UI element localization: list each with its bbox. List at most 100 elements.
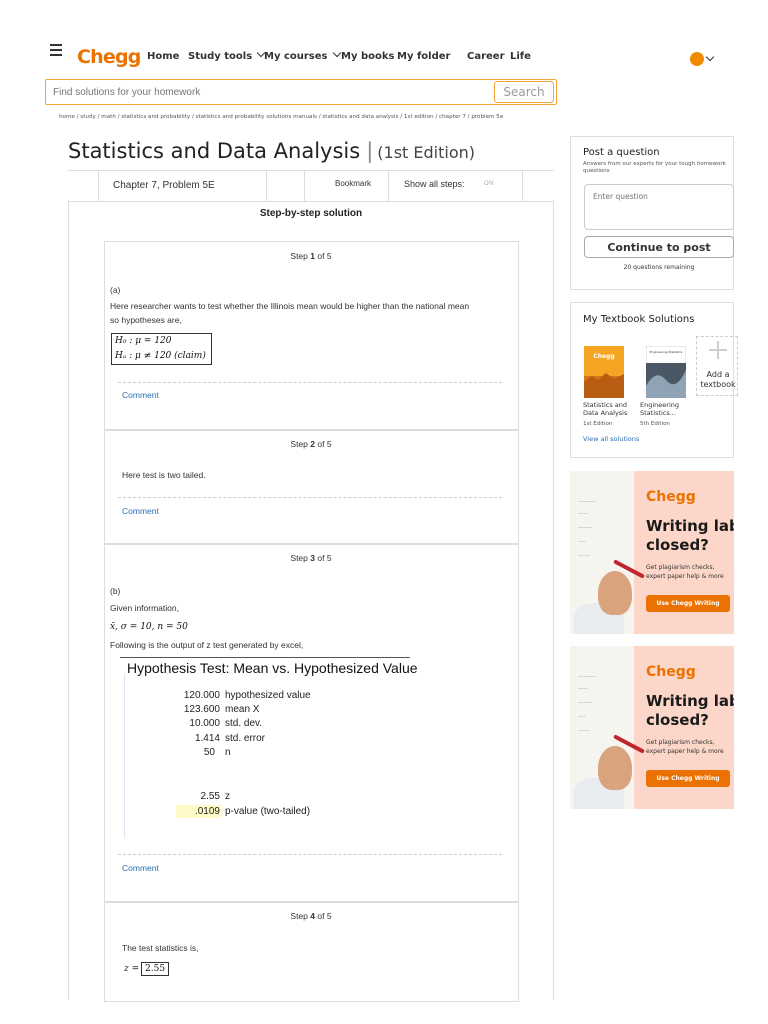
excel-value: .0109 (194, 806, 220, 817)
chevron-down-icon[interactable] (705, 52, 715, 62)
ad-headline-line: closed? (646, 711, 709, 729)
excel-value: 10.000 (189, 718, 220, 729)
alt-hypothesis: Hₐ : μ ≠ 120 (claim) (115, 351, 206, 361)
nav-study-tools[interactable]: Study tools (188, 48, 266, 62)
search-input[interactable] (53, 81, 483, 103)
nav-home[interactable]: Home (147, 51, 179, 62)
ad-chegg-logo: Chegg (646, 489, 696, 505)
excel-value: 1.414 (194, 733, 220, 744)
divider (304, 171, 305, 201)
ad-headline-line: Writing lab (646, 517, 734, 535)
step-prefix: Step (290, 439, 308, 449)
excel-value: 50 (203, 747, 215, 758)
comment-link[interactable]: Comment (122, 390, 159, 400)
excel-label: n (225, 747, 231, 758)
ad-subtext-line: Get plagiarism checks, (646, 739, 715, 746)
book-caption[interactable]: Engineering Statistics... (640, 401, 679, 417)
chegg-logo[interactable]: Chegg (77, 46, 141, 68)
plus-icon (709, 341, 727, 359)
menu-icon[interactable] (50, 44, 62, 56)
avatar[interactable] (690, 52, 704, 66)
nav-career[interactable]: Career (467, 51, 505, 62)
chapter-label[interactable]: Chapter 7, Problem 5E (113, 180, 215, 191)
use-chegg-writing-button[interactable]: Use Chegg Writing (646, 770, 730, 787)
step-text: Following is the output of z test genera… (110, 640, 304, 650)
view-all-solutions-link[interactable]: View all solutions (583, 435, 639, 443)
excel-label: hypothesized value (225, 690, 311, 701)
excel-value: 123.600 (183, 704, 220, 715)
step-header: Step 4 of 5 (0, 911, 622, 921)
chevron-down-icon (332, 48, 341, 58)
search-button[interactable]: Search (494, 81, 554, 103)
divider (118, 382, 502, 383)
book-edition: 1st Edition (583, 421, 613, 427)
post-question-title: Post a question (583, 147, 660, 158)
null-hypothesis: H₀ : μ = 120 (115, 336, 172, 346)
textbook-solutions-title: My Textbook Solutions (583, 314, 695, 325)
excel-label: p-value (two-tailed) (225, 806, 311, 817)
step-number: 3 (310, 553, 316, 563)
nav-my-books[interactable]: My books (341, 51, 394, 62)
ad-subtext-line: expert paper help & more (646, 573, 724, 580)
book-cover-statistics[interactable]: Chegg (584, 346, 624, 398)
excel-label: z (225, 791, 230, 802)
continue-to-post-button[interactable]: Continue to post (584, 236, 734, 258)
book-caption-line: Engineering (640, 401, 679, 409)
book-caption-line: Statistics... (640, 409, 676, 417)
step-of: of 5 (317, 439, 332, 449)
excel-gridline (124, 674, 125, 838)
step-text: Given information, (110, 603, 179, 613)
book-title: Statistics and Data Analysis (68, 139, 361, 163)
nav-my-folder[interactable]: My folder (397, 51, 450, 62)
page-title: Statistics and Data Analysis | (1st Editio… (68, 139, 475, 163)
breadcrumb[interactable]: home / study / math / statistics and pro… (59, 114, 503, 120)
nav-my-courses[interactable]: My courses (264, 48, 341, 62)
book-caption-line: Data Analysis (583, 409, 628, 417)
given-values: x̄, σ = 10, n = 50 (110, 622, 188, 632)
book-cover-label: Engineering Statistics (650, 350, 683, 354)
comment-link[interactable]: Comment (122, 506, 159, 516)
show-all-steps-label: Show all steps: (404, 179, 465, 189)
step-text: Here test is two tailed. (122, 470, 206, 480)
ad-chegg-logo: Chegg (646, 664, 696, 680)
ad-subtext-line: Get plagiarism checks, (646, 564, 715, 571)
nav-label: Study tools (188, 51, 253, 62)
chegg-writing-ad[interactable]: Chegg Writing lab closed? Get plagiarism … (570, 646, 734, 809)
step-prefix: Step (290, 911, 308, 921)
question-input[interactable] (584, 184, 734, 230)
excel-top-rule (120, 657, 410, 658)
chegg-writing-ad[interactable]: Chegg Writing lab closed? Get plagiarism … (570, 471, 734, 634)
nav-life[interactable]: Life (510, 51, 531, 62)
step-prefix: Step (290, 553, 308, 563)
use-chegg-writing-button[interactable]: Use Chegg Writing (646, 595, 730, 612)
excel-label: std. dev. (225, 718, 263, 729)
step-of: of 5 (317, 553, 332, 563)
book-cover-engineering-statistics[interactable]: Engineering Statistics (645, 345, 687, 399)
book-edition: (1st Edition) (377, 143, 475, 162)
bookmark-button[interactable]: Bookmark (335, 179, 371, 188)
ad-headline: Writing lab closed? (646, 517, 734, 555)
book-caption-line: Statistics and (583, 401, 628, 409)
post-question-subtitle: Answers from our experts for your tough … (583, 161, 726, 174)
step-part: (b) (110, 586, 121, 596)
show-all-steps-toggle[interactable]: ON (484, 181, 494, 187)
excel-value: 120.000 (183, 690, 220, 701)
comment-link[interactable]: Comment (122, 863, 159, 873)
divider (118, 497, 502, 498)
step-number: 4 (310, 911, 316, 921)
ad-subtext: Get plagiarism checks, expert paper help … (646, 738, 724, 756)
step-text: The test statistics is, (122, 943, 199, 953)
step-header: Step 2 of 5 (0, 439, 622, 449)
step-text: so hypotheses are, (110, 315, 182, 325)
excel-label: std. error (225, 733, 266, 744)
step-part: (a) (110, 285, 121, 295)
book-caption[interactable]: Statistics and Data Analysis (583, 401, 627, 417)
add-textbook-line: textbook (700, 380, 736, 389)
excel-label: mean X (225, 704, 260, 715)
ad-headline-line: closed? (646, 536, 709, 554)
excel-value: 2.55 (200, 791, 220, 802)
questions-remaining: 20 questions remaining (623, 264, 695, 271)
ad-hand-image (598, 746, 632, 790)
book-edition: 5th Edition (640, 421, 670, 427)
step-header: Step 3 of 5 (0, 553, 622, 563)
